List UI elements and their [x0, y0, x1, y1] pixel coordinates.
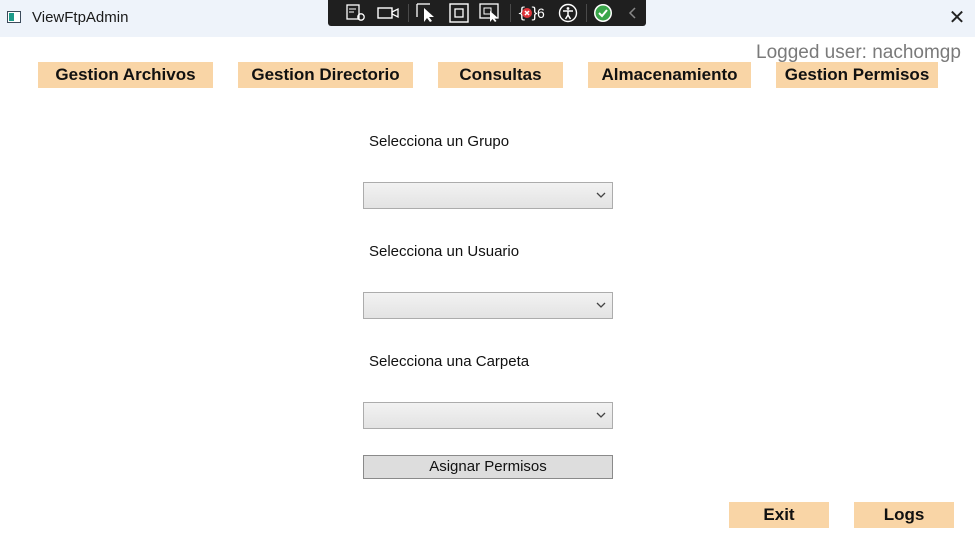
pointer-select-icon[interactable]	[416, 3, 438, 23]
grupo-combobox[interactable]	[363, 182, 613, 209]
gestion-archivos-button[interactable]: Gestion Archivos	[38, 62, 213, 88]
display-layout-icon[interactable]	[448, 3, 470, 23]
logged-user-label: Logged user: nachomgp	[756, 42, 961, 63]
carpeta-combobox[interactable]	[363, 402, 613, 429]
app-icon	[7, 11, 21, 23]
toolbar-separator	[408, 4, 409, 22]
window-title: ViewFtpAdmin	[32, 9, 129, 26]
logs-button[interactable]: Logs	[854, 502, 954, 528]
status-ok-icon[interactable]	[592, 3, 614, 23]
grupo-label: Selecciona un Grupo	[369, 133, 510, 150]
select-element-icon[interactable]	[345, 3, 367, 23]
consultas-button[interactable]: Consultas	[438, 62, 563, 88]
chevron-down-icon	[596, 302, 606, 308]
almacenamiento-button[interactable]: Almacenamiento	[588, 62, 751, 88]
chevron-down-icon	[596, 192, 606, 198]
exit-button[interactable]: Exit	[729, 502, 829, 528]
toolbar-separator	[510, 4, 511, 22]
gestion-directorio-button[interactable]: Gestion Directorio	[238, 62, 413, 88]
carpeta-label: Selecciona una Carpeta	[369, 353, 530, 370]
collapse-chevron-icon[interactable]	[622, 3, 644, 23]
track-focus-icon[interactable]	[479, 3, 501, 23]
usuario-label: Selecciona un Usuario	[369, 243, 520, 260]
record-icon[interactable]	[377, 3, 399, 23]
binding-failures-count: 6	[537, 5, 545, 21]
gestion-permisos-button[interactable]: Gestion Permisos	[776, 62, 938, 88]
toolbar-separator	[586, 4, 587, 22]
chevron-down-icon	[596, 412, 606, 418]
accessibility-icon[interactable]	[557, 3, 579, 23]
usuario-combobox[interactable]	[363, 292, 613, 319]
asignar-permisos-button[interactable]: Asignar Permisos	[363, 455, 613, 479]
debug-toolbar: {} 6	[328, 0, 646, 26]
close-window-button[interactable]: ✕	[945, 6, 969, 30]
binding-failures-icon[interactable]: {}	[516, 3, 538, 23]
